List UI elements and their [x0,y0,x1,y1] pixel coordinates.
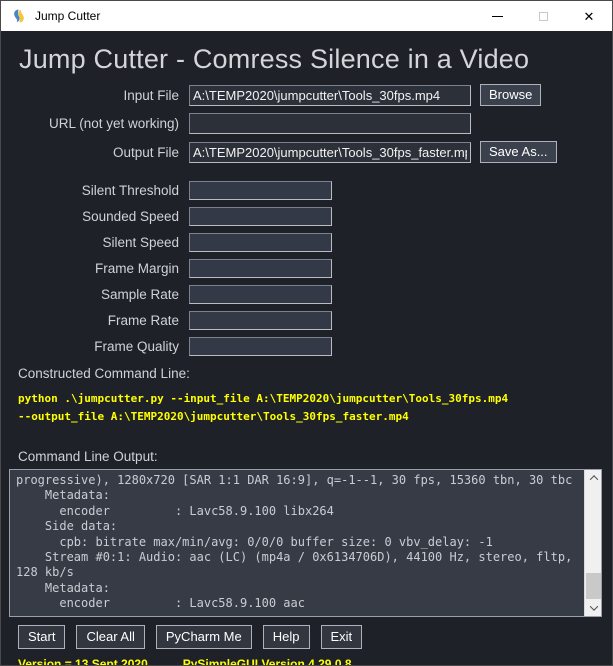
url-label: URL (not yet working) [11,116,189,131]
frame-rate-field[interactable] [189,311,332,330]
save-as-button[interactable]: Save As... [480,141,557,163]
app-window: Jump Cutter ✕ Jump Cutter - Comress Sile… [0,0,613,666]
constructed-command-label: Constructed Command Line: [18,366,612,381]
command-output-console[interactable]: progressive), 1280x720 [SAR 1:1 DAR 16:9… [9,469,602,617]
app-version-text: Version = 13 Sept 2020 [18,657,148,666]
silent-threshold-field[interactable] [189,181,332,200]
frame-quality-field[interactable] [189,337,332,356]
close-icon: ✕ [584,10,595,23]
clear-all-button[interactable]: Clear All [76,625,144,649]
help-button[interactable]: Help [263,625,310,649]
minimize-button[interactable] [474,1,520,31]
sounded-speed-row: Sounded Speed [11,207,612,226]
silent-speed-row: Silent Speed [11,233,612,252]
url-row: URL (not yet working) [11,113,612,134]
silent-threshold-row: Silent Threshold [11,181,612,200]
sounded-speed-field[interactable] [189,207,332,226]
titlebar: Jump Cutter ✕ [1,1,612,31]
silent-speed-field[interactable] [189,233,332,252]
url-field[interactable] [189,113,471,134]
output-file-field[interactable] [189,142,471,163]
sample-rate-row: Sample Rate [11,285,612,304]
start-button[interactable]: Start [18,625,65,649]
window-title: Jump Cutter [35,9,100,23]
frame-rate-row: Frame Rate [11,311,612,330]
pysimplegui-version-text: PySimpleGUI Version 4.29.0.8 [183,657,352,666]
scrollbar-thumb[interactable] [586,573,601,599]
output-file-row: Output File Save As... [11,141,612,163]
action-button-row: Start Clear All PyCharm Me Help Exit [18,625,612,649]
input-file-label: Input File [11,88,189,103]
command-output-text: progressive), 1280x720 [SAR 1:1 DAR 16:9… [16,473,581,614]
frame-quality-label: Frame Quality [11,339,189,354]
main-content: Jump Cutter - Comress Silence in a Video… [1,31,612,666]
frame-margin-field[interactable] [189,259,332,278]
app-logo-icon [11,8,27,24]
silent-threshold-label: Silent Threshold [11,183,189,198]
frame-quality-row: Frame Quality [11,337,612,356]
maximize-icon [539,12,548,21]
minimize-icon [492,16,503,17]
scroll-down-button[interactable] [585,600,602,616]
page-title: Jump Cutter - Comress Silence in a Video [19,44,612,75]
close-button[interactable]: ✕ [566,1,612,31]
pycharm-me-button[interactable]: PyCharm Me [156,625,252,649]
chevron-up-icon [589,475,597,483]
footer: Version = 13 Sept 2020 PySimpleGUI Versi… [18,657,612,666]
frame-rate-label: Frame Rate [11,313,189,328]
sample-rate-label: Sample Rate [11,287,189,302]
frame-margin-label: Frame Margin [11,261,189,276]
maximize-button[interactable] [520,1,566,31]
frame-margin-row: Frame Margin [11,259,612,278]
exit-button[interactable]: Exit [321,625,363,649]
constructed-command-text: python .\jumpcutter.py --input_file A:\T… [18,390,612,426]
chevron-down-icon [589,602,597,610]
vertical-scrollbar[interactable] [584,470,601,616]
input-file-field[interactable] [189,85,471,106]
scroll-up-button[interactable] [585,470,602,486]
command-output-label: Command Line Output: [18,449,612,464]
browse-button[interactable]: Browse [480,84,541,106]
silent-speed-label: Silent Speed [11,235,189,250]
output-file-label: Output File [11,145,189,160]
sample-rate-field[interactable] [189,285,332,304]
input-file-row: Input File Browse [11,84,612,106]
sounded-speed-label: Sounded Speed [11,209,189,224]
form-gap [1,170,612,181]
